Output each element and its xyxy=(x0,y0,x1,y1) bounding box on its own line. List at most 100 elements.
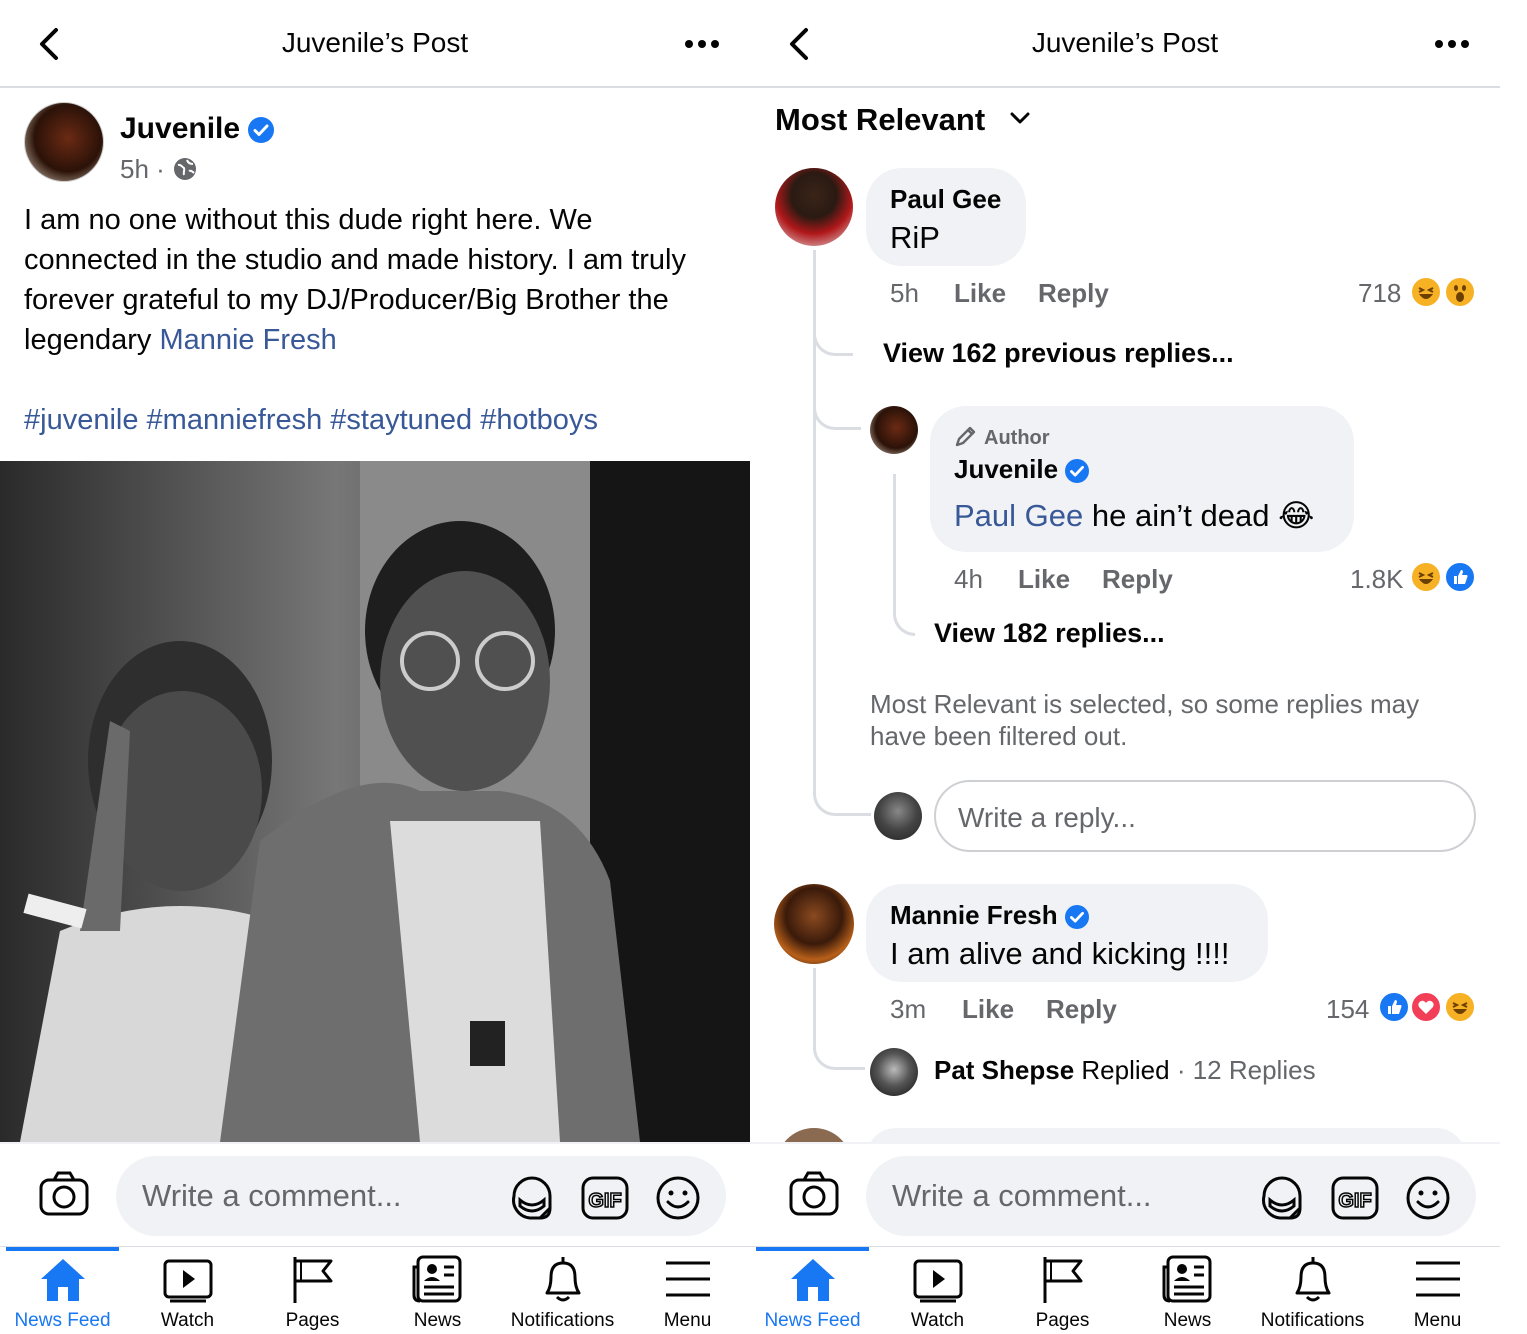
like-link[interactable]: Like xyxy=(1018,564,1070,595)
tab-watch[interactable]: Watch xyxy=(875,1247,1000,1334)
camera-icon[interactable] xyxy=(788,1170,840,1218)
gif-icon[interactable]: GIF xyxy=(580,1174,630,1222)
tab-news[interactable]: News xyxy=(375,1247,500,1334)
comment-text: RiP xyxy=(890,220,940,255)
like-reaction-icon xyxy=(1378,991,1410,1023)
emoji-icon[interactable] xyxy=(1404,1174,1452,1222)
author-name[interactable]: Juvenile xyxy=(120,112,240,145)
verified-badge-icon xyxy=(248,117,275,144)
reply-link[interactable]: Reply xyxy=(1102,564,1173,595)
view-previous-replies[interactable]: View 162 previous replies... xyxy=(883,338,1234,369)
gif-icon[interactable]: GIF xyxy=(1330,1174,1380,1222)
reply-link[interactable]: Reply xyxy=(1046,994,1117,1025)
replied-label: Replied xyxy=(1081,1055,1170,1085)
camera-icon[interactable] xyxy=(38,1170,90,1218)
sort-label: Most Relevant xyxy=(775,102,986,137)
post-screen: Juvenile’s Post Juvenile 5h · I am no on… xyxy=(0,0,750,1334)
user-avatar xyxy=(874,792,922,840)
tab-news-feed[interactable]: News Feed xyxy=(0,1247,125,1334)
tab-menu[interactable]: Menu xyxy=(1375,1247,1500,1334)
pencil-icon xyxy=(955,426,976,447)
comments-screen: Juvenile’s Post Most Relevant Paul Gee R… xyxy=(750,0,1500,1334)
reply-placeholder: Write a reply... xyxy=(958,802,1136,833)
author-name-row: Juvenile xyxy=(120,112,275,146)
comment-time: 4h xyxy=(954,564,983,594)
replier-name: Pat Shepse xyxy=(934,1055,1075,1085)
flag-icon xyxy=(1043,1257,1083,1303)
sort-dropdown[interactable]: Most Relevant xyxy=(775,102,1034,138)
post-photo[interactable] xyxy=(0,461,750,1142)
reaction-count[interactable]: 718 xyxy=(1358,278,1401,309)
tab-watch[interactable]: Watch xyxy=(125,1247,250,1334)
reaction-count[interactable]: 154 xyxy=(1326,994,1369,1025)
news-icon xyxy=(412,1255,462,1303)
reply-link[interactable]: Reply xyxy=(1038,278,1109,309)
bell-icon xyxy=(545,1257,581,1302)
tab-label: News Feed xyxy=(14,1310,111,1331)
comment-body: he ain’t dead xyxy=(1091,498,1270,533)
like-link[interactable]: Like xyxy=(962,994,1014,1025)
author-avatar[interactable] xyxy=(24,102,104,182)
comment-input[interactable]: Write a comment... GIF xyxy=(866,1156,1476,1236)
haha-reaction-icon xyxy=(1410,561,1442,593)
sticker-icon[interactable] xyxy=(1258,1174,1306,1222)
home-icon xyxy=(791,1259,835,1301)
comment-input[interactable]: Write a comment... GIF xyxy=(116,1156,726,1236)
svg-text:GIF: GIF xyxy=(588,1190,621,1212)
replier-avatar[interactable] xyxy=(870,1048,918,1096)
verified-badge-icon xyxy=(1065,459,1090,484)
comment-author[interactable]: Juvenile xyxy=(954,454,1058,484)
more-options-icon[interactable] xyxy=(682,30,722,58)
comment-author[interactable]: Mannie Fresh xyxy=(890,900,1058,930)
comment-composer: Write a comment... GIF xyxy=(0,1142,750,1246)
post-meta: 5h · xyxy=(120,154,198,185)
post-body: I am no one without this dude right here… xyxy=(24,204,686,356)
menu-icon xyxy=(1416,1261,1460,1297)
reaction-count[interactable]: 1.8K xyxy=(1350,564,1404,595)
more-options-icon[interactable] xyxy=(1432,30,1472,58)
thread-line xyxy=(813,968,816,1028)
chevron-down-icon xyxy=(1010,112,1030,124)
reply-count: 12 Replies xyxy=(1192,1055,1316,1085)
post-time[interactable]: 5h xyxy=(120,154,149,184)
tab-label: News xyxy=(413,1310,462,1331)
commenter-avatar[interactable] xyxy=(775,168,853,246)
tab-menu[interactable]: Menu xyxy=(625,1247,750,1334)
thread-line xyxy=(893,474,896,614)
reply-input[interactable]: Write a reply... xyxy=(934,780,1476,852)
news-icon xyxy=(1162,1255,1212,1303)
tab-pages[interactable]: Pages xyxy=(250,1247,375,1334)
page-title: Juvenile’s Post xyxy=(1031,27,1219,58)
sticker-icon[interactable] xyxy=(508,1174,556,1222)
replied-summary[interactable]: Pat Shepse Replied · 12 Replies xyxy=(934,1055,1316,1086)
mention-link[interactable]: Paul Gee xyxy=(954,498,1083,533)
bottom-tab-bar: News Feed Watch Pages News Notifications… xyxy=(750,1246,1500,1334)
like-reaction-icon xyxy=(1444,561,1476,593)
thread-curve xyxy=(813,380,861,430)
tab-notifications[interactable]: Notifications xyxy=(1250,1247,1375,1334)
view-replies[interactable]: View 182 replies... xyxy=(934,618,1165,649)
tab-notifications[interactable]: Notifications xyxy=(500,1247,625,1334)
comment-author[interactable]: Paul Gee xyxy=(890,184,1001,215)
commenter-avatar[interactable] xyxy=(774,884,854,964)
comment-bubble[interactable]: Author Juvenile Paul Gee he ain’t dead 😂 xyxy=(930,406,1354,552)
emoji-icon[interactable] xyxy=(654,1174,702,1222)
comment-bubble[interactable]: Paul Gee RiP xyxy=(866,168,1026,266)
filter-note: Most Relevant is selected, so some repli… xyxy=(870,689,1420,751)
bell-icon xyxy=(1295,1257,1331,1302)
haha-reaction-icon xyxy=(1444,991,1476,1023)
tab-pages[interactable]: Pages xyxy=(1000,1247,1125,1334)
like-link[interactable]: Like xyxy=(954,278,1006,309)
thread-curve xyxy=(813,300,853,356)
tab-news[interactable]: News xyxy=(1125,1247,1250,1334)
separator: · xyxy=(1176,1055,1186,1085)
hashtags[interactable]: #juvenile #manniefresh #staytuned #hotbo… xyxy=(24,400,598,440)
svg-text:GIF: GIF xyxy=(1338,1190,1371,1212)
top-bar: Juvenile’s Post xyxy=(0,0,750,88)
comment-bubble[interactable]: Mannie Fresh I am alive and kicking !!!! xyxy=(866,884,1268,982)
post-text: I am no one without this dude right here… xyxy=(24,200,704,360)
bottom-tab-bar: News Feed Watch Pages News Notifications… xyxy=(0,1246,750,1334)
commenter-avatar[interactable] xyxy=(870,406,918,454)
tab-news-feed[interactable]: News Feed xyxy=(750,1247,875,1334)
mention-link[interactable]: Mannie Fresh xyxy=(159,324,336,356)
